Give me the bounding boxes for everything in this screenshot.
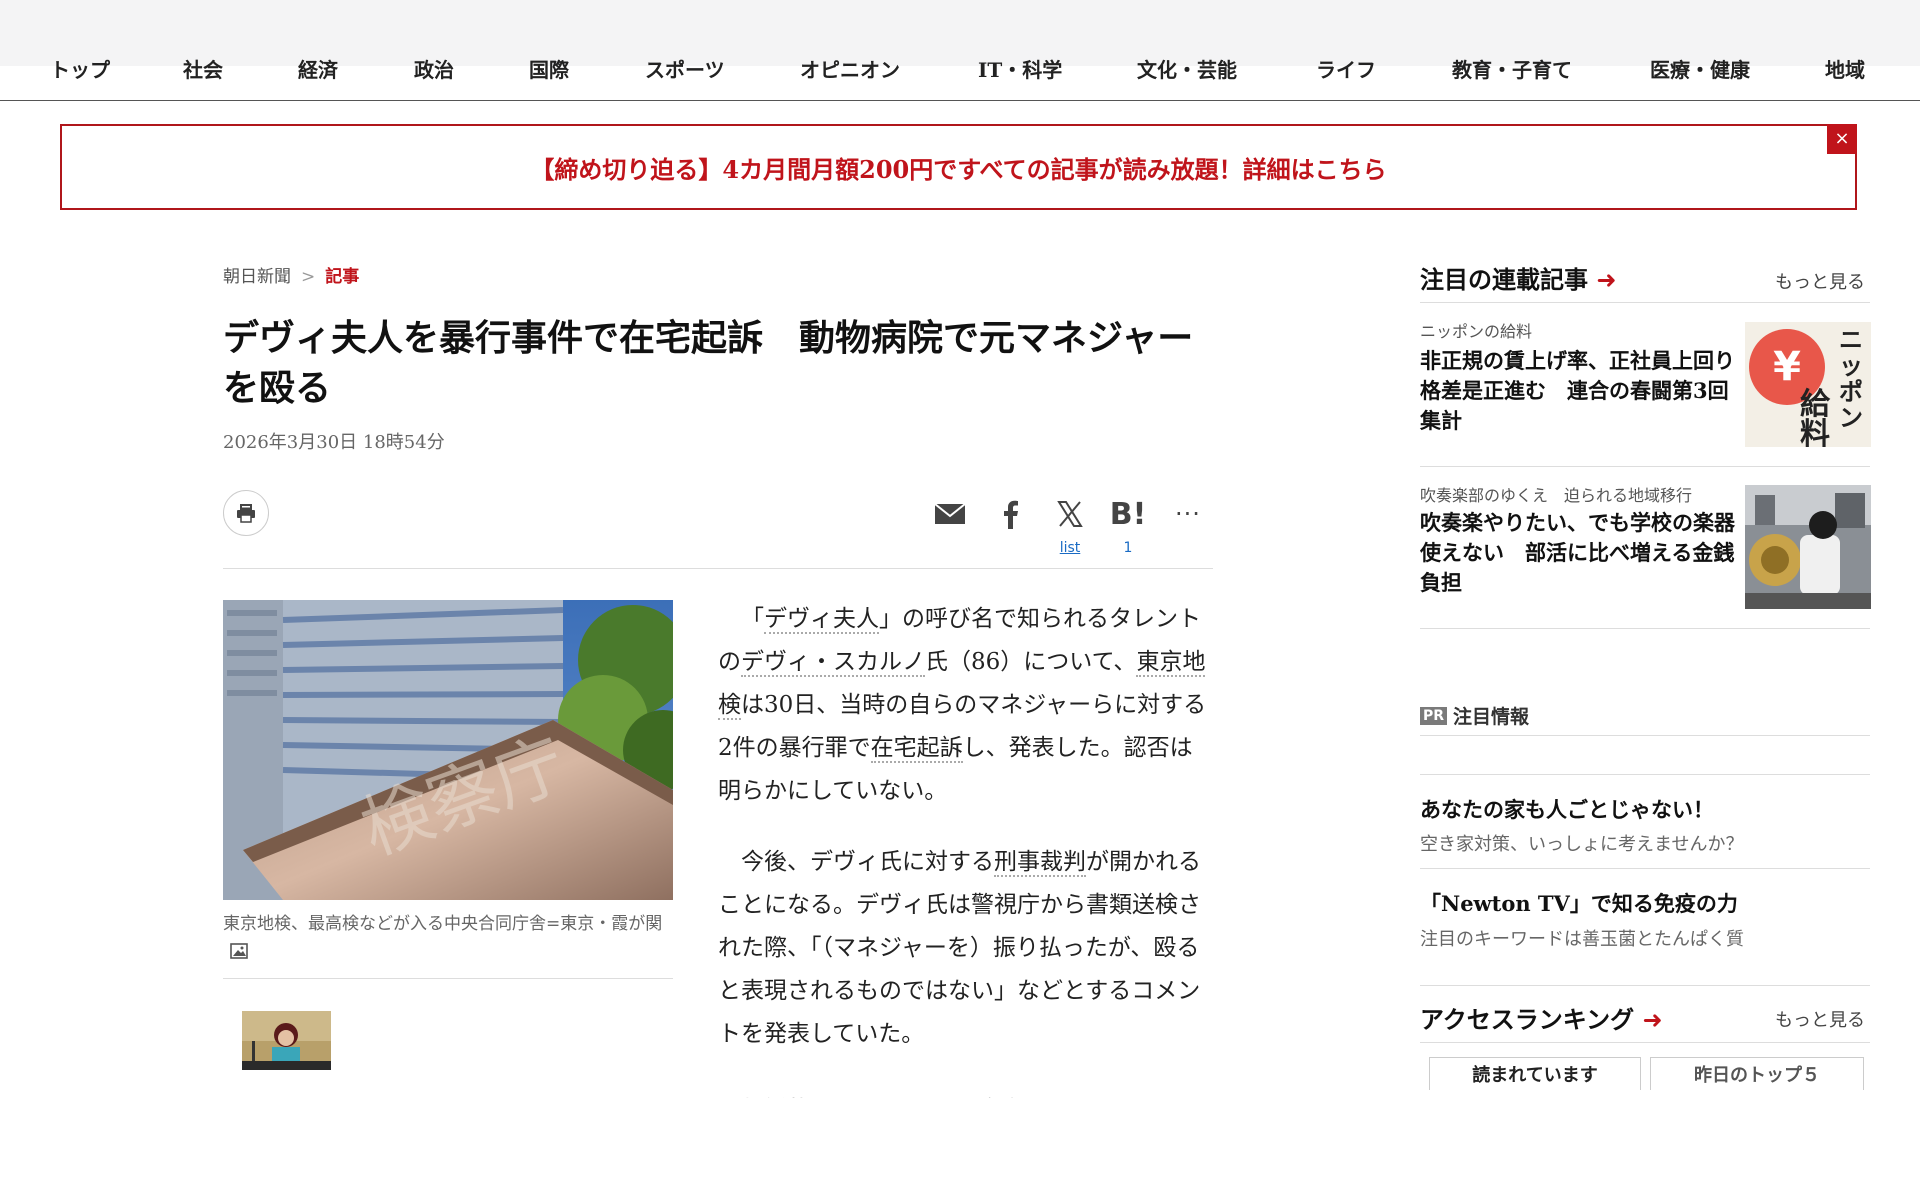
breadcrumb-current[interactable]: 記事 bbox=[325, 267, 359, 287]
article-photo[interactable]: 検察庁 bbox=[223, 600, 673, 900]
pr-badge: PR bbox=[1420, 706, 1448, 725]
arrow-right-icon: ➜ bbox=[1642, 1006, 1663, 1034]
article-date: 2026年3月30日 18時54分 bbox=[223, 432, 445, 453]
facebook-icon bbox=[1004, 500, 1018, 529]
series-item-kicker[interactable]: 吹奏楽部のゆくえ 迫られる地域移行 bbox=[1420, 482, 1692, 506]
divider bbox=[223, 568, 1213, 569]
divider bbox=[1420, 302, 1870, 303]
svg-text:ポ: ポ bbox=[1839, 377, 1863, 406]
nav-item[interactable]: スポーツ bbox=[645, 54, 725, 83]
svg-text:ニ: ニ bbox=[1839, 325, 1863, 354]
nippon-kyuryo-logo: ¥ ニ ッ ポ ン 給 料 bbox=[1745, 322, 1871, 447]
nav-item[interactable]: 医療・健康 bbox=[1650, 54, 1750, 83]
keyword-link[interactable]: デヴィ夫人 bbox=[764, 606, 879, 634]
keyword-link[interactable]: 在宅起訴 bbox=[870, 735, 963, 763]
share-x-button[interactable] bbox=[1050, 496, 1090, 532]
nav-item[interactable]: 文化・芸能 bbox=[1137, 54, 1237, 83]
nav-item[interactable]: 社会 bbox=[183, 54, 223, 83]
svg-text:料: 料 bbox=[1800, 417, 1830, 447]
arrow-right-icon: ➜ bbox=[1596, 266, 1617, 294]
article-paragraph: 「デヴィ夫人」の呼び名で知られるタレントのデヴィ・スカルノ氏（86）について、東… bbox=[718, 606, 1207, 804]
ranking-more-link[interactable]: もっと見る bbox=[1775, 1006, 1865, 1032]
svg-text:ッ: ッ bbox=[1839, 351, 1863, 380]
photo-caption: 東京地検、最高検などが入る中央合同庁舎=東京・霞が関 bbox=[223, 910, 673, 966]
article-body: 「デヴィ夫人」の呼び名で知られるタレントのデヴィ・スカルノ氏（86）について、東… bbox=[718, 598, 1208, 1084]
divider bbox=[1420, 735, 1870, 736]
article-title: デヴィ夫人を暴行事件で在宅起訴 動物病院で元マネジャーを殴る bbox=[223, 317, 1194, 409]
nav-item[interactable]: 地域 bbox=[1825, 54, 1865, 83]
nav-item[interactable]: オピニオン bbox=[800, 54, 900, 83]
nav-item[interactable]: 教育・子育て bbox=[1452, 54, 1572, 83]
related-photo-thumbnail[interactable] bbox=[242, 1011, 331, 1070]
breadcrumb: 朝日新聞 > 記事 bbox=[223, 262, 359, 287]
divider bbox=[1420, 985, 1870, 986]
ranking-heading-text: アクセスランキング bbox=[1420, 1005, 1635, 1034]
government-building-photo: 検察庁 bbox=[223, 600, 673, 900]
svg-text:ン: ン bbox=[1839, 403, 1863, 432]
caption-text: 東京地検、最高検などが入る中央合同庁舎=東京・霞が関 bbox=[223, 914, 663, 934]
promo-link[interactable]: 【締め切り迫る】4カ月間月額200円ですべての記事が読み放題！詳細はこちら bbox=[530, 150, 1386, 185]
image-gallery-icon[interactable] bbox=[229, 942, 249, 960]
breadcrumb-home[interactable]: 朝日新聞 bbox=[223, 267, 291, 287]
pr-item-title[interactable]: あなたの家も人ごとじゃない！ bbox=[1420, 794, 1714, 824]
press-conference-photo bbox=[242, 1011, 331, 1070]
divider bbox=[223, 978, 673, 979]
close-icon[interactable]: × bbox=[1827, 124, 1857, 154]
series-item-image[interactable]: ¥ ニ ッ ポ ン 給 料 bbox=[1745, 322, 1871, 447]
pr-item-subtitle[interactable]: 注目のキーワードは善玉菌とたんぱく質 bbox=[1420, 925, 1744, 951]
divider bbox=[1420, 774, 1870, 775]
brass-band-photo bbox=[1745, 485, 1871, 609]
breadcrumb-separator: > bbox=[301, 267, 316, 287]
share-facebook-button[interactable] bbox=[990, 496, 1030, 532]
divider bbox=[1420, 1042, 1870, 1043]
pr-heading: PR 注目情報 bbox=[1420, 702, 1529, 729]
series-item-image[interactable] bbox=[1745, 485, 1871, 609]
nav-item[interactable]: IT・科学 bbox=[978, 54, 1062, 83]
pr-item-subtitle[interactable]: 空き家対策、いっしょに考えませんか？ bbox=[1420, 830, 1743, 856]
nav-item[interactable]: トップ bbox=[50, 54, 110, 83]
ranking-heading[interactable]: アクセスランキング ➜ bbox=[1420, 1000, 1663, 1035]
more-share-button[interactable]: ··· bbox=[1168, 496, 1208, 532]
x-count[interactable]: list bbox=[1050, 540, 1090, 556]
share-mail-button[interactable] bbox=[930, 496, 970, 532]
keyword-link[interactable]: 刑事裁判 bbox=[994, 849, 1086, 877]
more-dots-icon: ··· bbox=[1175, 500, 1201, 528]
share-hatena-button[interactable]: B! bbox=[1108, 496, 1148, 532]
article-paragraph: 今後、デヴィ氏に対する刑事裁判が開かれることになる。デヴィ氏は警視庁から書類送検… bbox=[718, 849, 1201, 1047]
series-item-kicker[interactable]: ニッポンの給料 bbox=[1420, 318, 1532, 342]
divider bbox=[1420, 628, 1870, 629]
print-button[interactable] bbox=[223, 490, 269, 536]
tab-yesterday-top5[interactable]: 昨日のトップ５ bbox=[1650, 1057, 1864, 1090]
divider bbox=[1420, 868, 1870, 869]
series-heading[interactable]: 注目の連載記事 ➜ bbox=[1420, 260, 1616, 295]
tab-most-read[interactable]: 読まれています bbox=[1429, 1057, 1641, 1090]
nav-item[interactable]: 経済 bbox=[298, 54, 338, 83]
series-heading-text: 注目の連載記事 bbox=[1420, 265, 1588, 294]
nav-item[interactable]: 政治 bbox=[414, 54, 454, 83]
divider bbox=[1420, 466, 1870, 467]
keyword-link[interactable]: デヴィ・スカルノ bbox=[741, 649, 925, 677]
x-icon bbox=[1057, 501, 1083, 527]
series-more-link[interactable]: もっと見る bbox=[1775, 268, 1865, 294]
page-bottom-blank bbox=[0, 1098, 1920, 1200]
nav-item[interactable]: ライフ bbox=[1316, 54, 1376, 83]
nav-item[interactable]: 国際 bbox=[529, 54, 569, 83]
pr-item-title[interactable]: 「Newton TV」で知る免疫の力 bbox=[1420, 888, 1738, 918]
category-nav: トップ 社会 経済 政治 国際 スポーツ オピニオン IT・科学 文化・芸能 ライフ 教育・子育て 医… bbox=[0, 50, 1920, 101]
hatena-count[interactable]: 1 bbox=[1108, 540, 1148, 556]
pr-heading-text: 注目情報 bbox=[1453, 706, 1530, 728]
series-item-title[interactable]: 非正規の賃上げ率、正社員上回り格差是正進む 連合の春闘第3回集計 bbox=[1420, 346, 1740, 436]
mail-icon bbox=[934, 503, 966, 524]
series-item-title[interactable]: 吹奏楽やりたい、でも学校の楽器使えない 部活に比べ増える金銭負担 bbox=[1420, 508, 1740, 598]
svg-text:¥: ¥ bbox=[1773, 344, 1801, 390]
subscription-banner[interactable]: 【締め切り迫る】4カ月間月額200円ですべての記事が読み放題！詳細はこちら × bbox=[60, 124, 1857, 210]
hatena-bookmark-icon: B! bbox=[1109, 496, 1147, 532]
printer-icon bbox=[237, 504, 255, 523]
